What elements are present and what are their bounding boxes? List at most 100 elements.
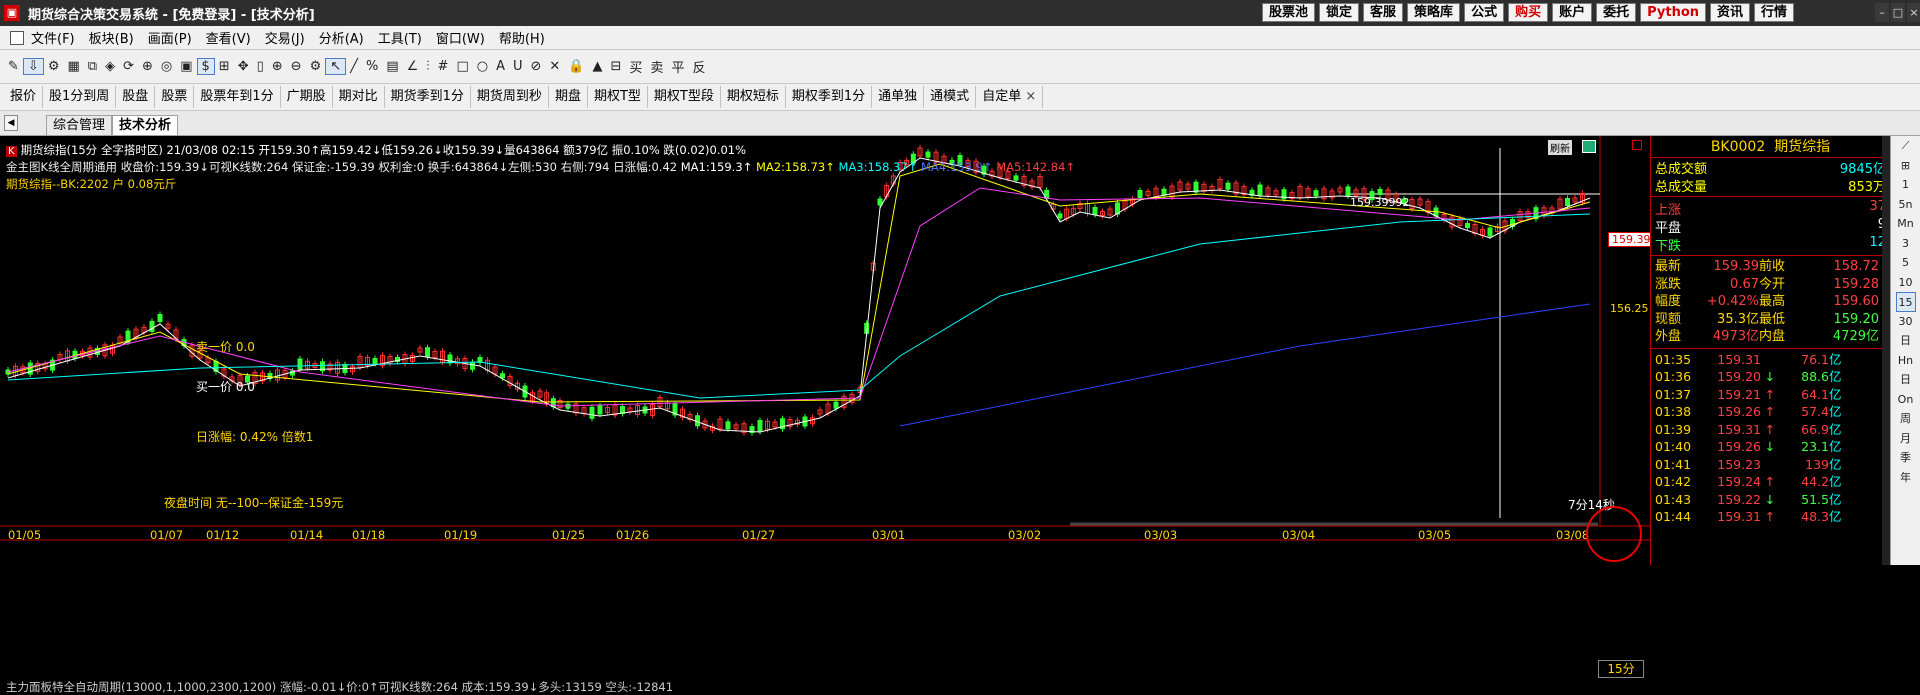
toolbar-tool-32-icon[interactable]: ⊟ bbox=[607, 59, 626, 74]
nav-tab-5[interactable]: 广期股 bbox=[281, 86, 333, 108]
toolbar-tool-26-icon[interactable]: A bbox=[492, 59, 509, 74]
toolbar-tool-20-icon[interactable]: ▤ bbox=[382, 59, 402, 74]
toolbar-tool-3-icon[interactable]: ▦ bbox=[63, 59, 83, 74]
toolbar-tool-0-icon[interactable]: ✎ bbox=[4, 59, 23, 74]
nav-tab-9[interactable]: 期盘 bbox=[549, 86, 588, 108]
nav-tab-2[interactable]: 股盘 bbox=[116, 86, 156, 108]
period-11[interactable]: Hn bbox=[1898, 351, 1913, 371]
toolbar-tool-29-icon[interactable]: ✕ bbox=[545, 59, 564, 74]
tick-scrollbar[interactable] bbox=[1882, 136, 1890, 565]
title-button-3[interactable]: 策略库 bbox=[1407, 3, 1461, 22]
menu-item-0[interactable]: 文件(F) bbox=[24, 28, 82, 47]
toolbar-tool-28-icon[interactable]: ⊘ bbox=[527, 59, 546, 74]
title-button-9[interactable]: 资讯 bbox=[1710, 3, 1751, 22]
nav-tab-1[interactable]: 股1分到周 bbox=[43, 86, 117, 108]
toolbar-tool-16-icon[interactable]: ⚙ bbox=[306, 59, 326, 74]
toolbar-tool-4-icon[interactable]: ⧉ bbox=[84, 59, 101, 74]
period-15[interactable]: 月 bbox=[1900, 429, 1911, 449]
chart-close-icon[interactable] bbox=[1632, 140, 1642, 150]
nav-tab-3[interactable]: 股票 bbox=[155, 86, 195, 108]
period-14[interactable]: 周 bbox=[1900, 409, 1911, 429]
toolbar-tool-21-icon[interactable]: ∠ bbox=[403, 59, 423, 74]
kline-chart[interactable]: K 期货综指(15分 全字搭时区) 21/03/08 02:15 开159.30↑… bbox=[0, 136, 1655, 694]
toolbar-tool-36-icon[interactable]: 反 bbox=[688, 57, 709, 76]
title-button-5[interactable]: 购买 bbox=[1508, 3, 1549, 22]
refresh-button[interactable]: 刷新 bbox=[1548, 140, 1572, 155]
period-7[interactable]: 10 bbox=[1899, 273, 1913, 293]
toolbar-tool-15-icon[interactable]: ⊖ bbox=[287, 59, 306, 74]
tick-list[interactable]: 01:35 159.31 76.1 亿 01:36 159.20 ↓ 88.6 亿 01:37 15… bbox=[1651, 351, 1890, 526]
nav-tab-6[interactable]: 期对比 bbox=[333, 86, 385, 108]
toolbar-tool-30-icon[interactable]: 🔒 bbox=[564, 59, 588, 74]
period-1[interactable]: ⊞ bbox=[1901, 156, 1910, 176]
toolbar-tool-22-icon[interactable]: ⫶ bbox=[422, 59, 433, 74]
toolbar-tool-11-icon[interactable]: ⊞ bbox=[215, 59, 234, 74]
toolbar-tool-6-icon[interactable]: ⟳ bbox=[119, 59, 138, 74]
toolbar-tool-1-icon[interactable]: ⇩ bbox=[22, 58, 44, 75]
toolbar-tool-8-icon[interactable]: ◎ bbox=[157, 59, 176, 74]
title-button-1[interactable]: 锁定 bbox=[1319, 3, 1360, 22]
title-button-2[interactable]: 客服 bbox=[1363, 3, 1404, 22]
title-button-7[interactable]: 委托 bbox=[1596, 3, 1637, 22]
toolbar-tool-27-icon[interactable]: U bbox=[509, 59, 527, 74]
nav-tab-15[interactable]: 通模式 bbox=[924, 86, 977, 108]
period-8[interactable]: 15 bbox=[1895, 292, 1916, 312]
nav-tab-14[interactable]: 通单独 bbox=[872, 86, 925, 108]
tab-left-arrow-icon[interactable]: ◀ bbox=[4, 115, 18, 131]
nav-tab-16[interactable]: 自定单 bbox=[976, 86, 1044, 108]
toolbar-tool-14-icon[interactable]: ⊕ bbox=[268, 59, 287, 74]
period-17[interactable]: 年 bbox=[1900, 468, 1911, 488]
menu-item-3[interactable]: 查看(V) bbox=[199, 28, 258, 47]
nav-tab-4[interactable]: 股票年到1分 bbox=[194, 86, 281, 108]
title-button-10[interactable]: 行情 bbox=[1754, 3, 1795, 22]
maximize-icon[interactable]: □ bbox=[1891, 3, 1905, 22]
menu-item-2[interactable]: 画面(P) bbox=[141, 28, 199, 47]
toolbar-tool-10-icon[interactable]: $ bbox=[196, 58, 215, 75]
period-selector[interactable]: 15分 bbox=[1598, 660, 1644, 678]
toolbar-tool-9-icon[interactable]: ▣ bbox=[176, 59, 196, 74]
toolbar-tool-13-icon[interactable]: ▯ bbox=[253, 59, 268, 74]
period-4[interactable]: Mn bbox=[1897, 214, 1913, 234]
toolbar-tool-34-icon[interactable]: 卖 bbox=[646, 57, 667, 76]
menu-item-7[interactable]: 窗口(W) bbox=[429, 28, 492, 47]
period-6[interactable]: 5 bbox=[1902, 253, 1909, 273]
toolbar-tool-23-icon[interactable]: # bbox=[434, 59, 453, 74]
period-10[interactable]: 日 bbox=[1900, 331, 1911, 351]
nav-tab-0[interactable]: 报价 bbox=[4, 86, 44, 108]
period-0[interactable]: ⟋ bbox=[1902, 136, 1910, 156]
toolbar-tool-33-icon[interactable]: 买 bbox=[625, 57, 646, 76]
toolbar-tool-35-icon[interactable]: 平 bbox=[667, 57, 688, 76]
toolbar-tool-18-icon[interactable]: ╱ bbox=[346, 59, 362, 74]
tab-integrated-management[interactable]: 综合管理 bbox=[46, 115, 113, 135]
toolbar-tool-17-icon[interactable]: ↖ bbox=[325, 58, 347, 75]
tab-technical-analysis[interactable]: 技术分析 bbox=[112, 115, 179, 135]
nav-tab-10[interactable]: 期权T型 bbox=[588, 86, 648, 108]
nav-tab-8[interactable]: 期货周到秒 bbox=[471, 86, 549, 108]
period-16[interactable]: 季 bbox=[1900, 448, 1911, 468]
close-icon[interactable]: × bbox=[1907, 3, 1920, 22]
toolbar-tool-2-icon[interactable]: ⚙ bbox=[44, 59, 64, 74]
title-button-6[interactable]: 账户 bbox=[1552, 3, 1593, 22]
title-button-4[interactable]: 公式 bbox=[1464, 3, 1505, 22]
menu-item-8[interactable]: 帮助(H) bbox=[492, 28, 552, 47]
nav-tab-11[interactable]: 期权T型段 bbox=[648, 86, 721, 108]
period-3[interactable]: 5n bbox=[1899, 195, 1913, 215]
settings-icon[interactable] bbox=[1582, 140, 1596, 153]
period-2[interactable]: 1 bbox=[1902, 175, 1909, 195]
minimize-icon[interactable]: – bbox=[1875, 3, 1889, 22]
period-9[interactable]: 30 bbox=[1899, 312, 1913, 332]
period-12[interactable]: 日 bbox=[1900, 370, 1911, 390]
menu-item-4[interactable]: 交易(J) bbox=[258, 28, 312, 47]
toolbar-tool-5-icon[interactable]: ◈ bbox=[101, 59, 119, 74]
nav-tab-12[interactable]: 期权短标 bbox=[721, 86, 786, 108]
title-button-8[interactable]: Python bbox=[1640, 3, 1707, 22]
toolbar-tool-25-icon[interactable]: ○ bbox=[473, 59, 492, 74]
document-icon[interactable] bbox=[10, 30, 24, 45]
toolbar-tool-19-icon[interactable]: % bbox=[362, 59, 382, 74]
nav-tab-13[interactable]: 期权季到1分 bbox=[786, 86, 873, 108]
toolbar-tool-31-icon[interactable]: ▲ bbox=[589, 59, 607, 74]
toolbar-tool-24-icon[interactable]: □ bbox=[452, 59, 472, 74]
period-5[interactable]: 3 bbox=[1902, 234, 1909, 254]
title-button-0[interactable]: 股票池 bbox=[1262, 3, 1316, 22]
menu-item-6[interactable]: 工具(T) bbox=[371, 28, 429, 47]
